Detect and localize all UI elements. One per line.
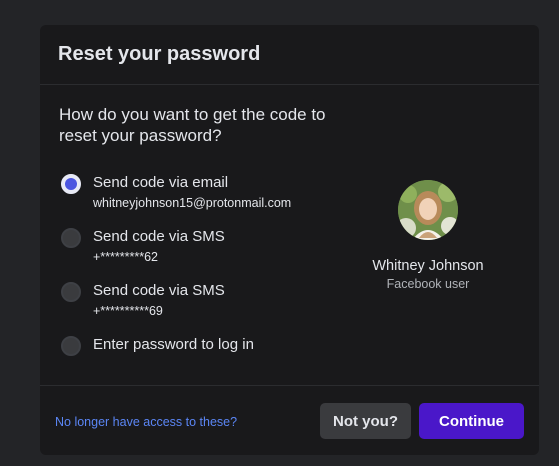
option-password-label: Enter password to log in — [93, 336, 254, 353]
profile-card: Whitney Johnson Facebook user — [356, 180, 500, 291]
radio-sms-2[interactable] — [61, 282, 81, 302]
dialog-title: Reset your password — [58, 43, 261, 65]
option-sms-2-detail: +**********69 — [93, 304, 163, 318]
dialog-body: How do you want to get the code to reset… — [40, 85, 539, 386]
avatar — [398, 180, 458, 240]
radio-email[interactable] — [61, 174, 81, 194]
option-email-label: Send code via email — [93, 174, 229, 191]
reset-question: How do you want to get the code to reset… — [59, 105, 326, 145]
reset-password-dialog: Reset your password How do you want to g… — [40, 25, 539, 455]
avatar-photo-icon — [398, 180, 458, 240]
profile-subtitle: Facebook user — [386, 277, 470, 291]
option-sms-1-detail: +*********62 — [93, 250, 158, 264]
no-access-link[interactable]: No longer have access to these? — [55, 415, 237, 429]
option-sms-2-label: Send code via SMS — [93, 282, 225, 299]
option-sms-1-label: Send code via SMS — [93, 228, 225, 245]
dialog-header: Reset your password — [40, 25, 539, 85]
continue-button[interactable]: Continue — [419, 403, 524, 439]
profile-name: Whitney Johnson — [372, 258, 484, 274]
option-email-detail: whitneyjohnson15@protonmail.com — [93, 196, 292, 210]
dialog-footer: No longer have access to these? Not you?… — [40, 386, 539, 454]
radio-sms-1[interactable] — [61, 228, 81, 248]
radio-password[interactable] — [61, 336, 81, 356]
not-you-button[interactable]: Not you? — [320, 403, 411, 439]
